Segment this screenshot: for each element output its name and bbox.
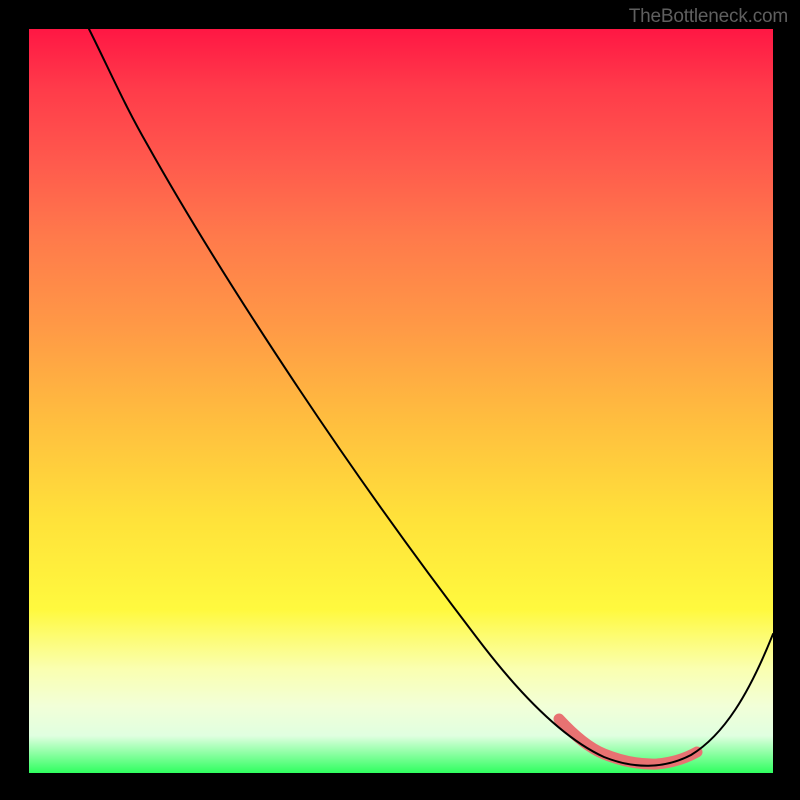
attribution-watermark: TheBottleneck.com	[629, 6, 788, 28]
curve-layer	[29, 29, 773, 773]
safe-zone-highlight	[559, 719, 697, 764]
bottleneck-curve	[89, 29, 773, 766]
chart-stage: TheBottleneck.com	[0, 0, 800, 800]
plot-area	[29, 29, 773, 773]
